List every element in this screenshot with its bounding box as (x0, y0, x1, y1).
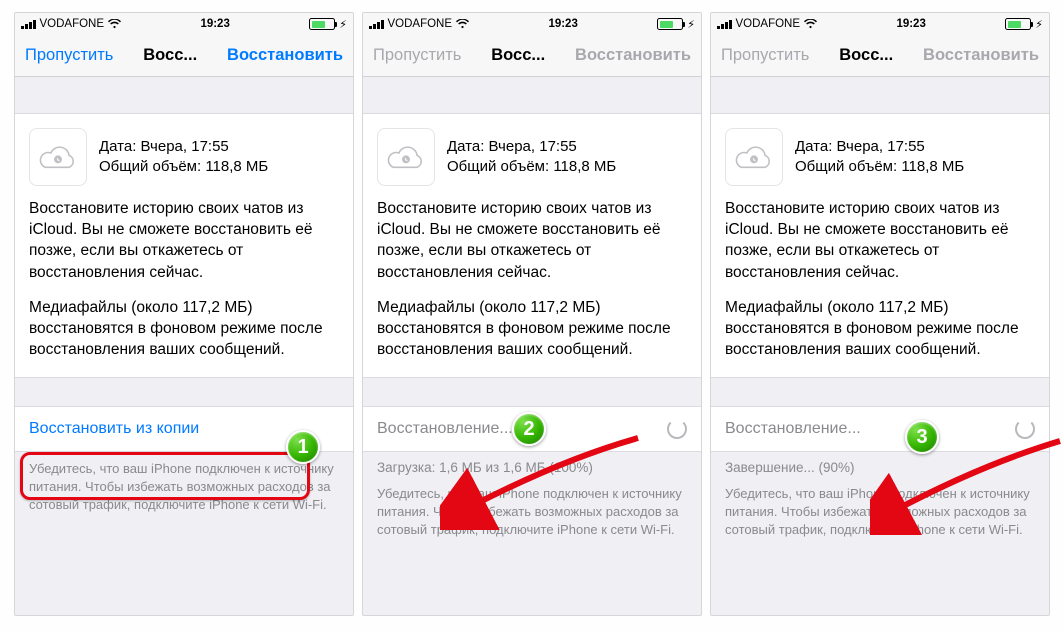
screen-2: VODAFONE 19:23 ⚡︎ Пропустить Восс... Вос… (362, 12, 702, 616)
battery-icon (657, 18, 683, 30)
charging-icon: ⚡︎ (687, 18, 695, 31)
signal-icon (369, 19, 384, 29)
backup-date: Дата: Вчера, 17:55 (447, 137, 616, 157)
status-bar: VODAFONE 19:23 ⚡︎ (363, 13, 701, 35)
status-bar: VODAFONE 19:23 ⚡︎ (15, 13, 353, 35)
restore-from-backup-label: Восстановить из копии (29, 420, 199, 438)
spinner-icon (667, 419, 687, 439)
footer-note: Убедитесь, что ваш iPhone подключен к ис… (363, 477, 701, 539)
restore-progress-label: Восстановление... (725, 420, 861, 438)
restore-progress-row: Восстановление... (711, 406, 1049, 452)
backup-size: Общий объём: 118,8 МБ (99, 157, 268, 177)
restore-button[interactable]: Восстановить (227, 46, 343, 65)
signal-icon (21, 19, 36, 29)
screen-1: VODAFONE 19:23 ⚡︎ Пропустить Восс... Вос… (14, 12, 354, 616)
backup-size: Общий объём: 118,8 МБ (795, 157, 964, 177)
restore-progress-label: Восстановление... (377, 420, 513, 438)
annotation-badge-1: 1 (286, 430, 320, 464)
battery-icon (309, 18, 335, 30)
download-progress-text: Загрузка: 1,6 МБ из 1,6 МБ (100%) (363, 452, 701, 477)
clock-label: 19:23 (896, 18, 925, 30)
cloud-backup-icon (29, 128, 87, 186)
cloud-backup-icon (377, 128, 435, 186)
wifi-icon (456, 19, 469, 29)
desc-para-1: Восстановите историю своих чатов из iClo… (29, 198, 339, 283)
backup-date: Дата: Вчера, 17:55 (795, 137, 964, 157)
nav-title: Восс... (143, 46, 197, 65)
skip-button: Пропустить (373, 46, 461, 65)
battery-icon (1005, 18, 1031, 30)
nav-title: Восс... (839, 46, 893, 65)
wifi-icon (804, 19, 817, 29)
carrier-label: VODAFONE (40, 18, 105, 30)
carrier-label: VODAFONE (388, 18, 453, 30)
skip-button: Пропустить (721, 46, 809, 65)
backup-size: Общий объём: 118,8 МБ (447, 157, 616, 177)
skip-button[interactable]: Пропустить (25, 46, 113, 65)
cloud-backup-icon (725, 128, 783, 186)
screen-3: VODAFONE 19:23 ⚡︎ Пропустить Восс... Вос… (710, 12, 1050, 616)
clock-label: 19:23 (200, 18, 229, 30)
restore-button: Восстановить (575, 46, 691, 65)
nav-title: Восс... (491, 46, 545, 65)
nav-bar: Пропустить Восс... Восстановить (15, 35, 353, 77)
annotation-badge-2: 2 (512, 412, 546, 446)
desc-para-2: Медиафайлы (около 117,2 МБ) восстановятс… (377, 297, 687, 361)
desc-para-1: Восстановите историю своих чатов из iClo… (725, 198, 1035, 283)
backup-info-card: Дата: Вчера, 17:55 Общий объём: 118,8 МБ… (15, 113, 353, 378)
clock-label: 19:23 (548, 18, 577, 30)
nav-bar: Пропустить Восс... Восстановить (363, 35, 701, 77)
annotation-badge-3: 3 (905, 420, 939, 454)
desc-para-1: Восстановите историю своих чатов из iClo… (377, 198, 687, 283)
desc-para-2: Медиафайлы (около 117,2 МБ) восстановятс… (29, 297, 339, 361)
restore-button: Восстановить (923, 46, 1039, 65)
spinner-icon (1015, 419, 1035, 439)
backup-date: Дата: Вчера, 17:55 (99, 137, 268, 157)
nav-bar: Пропустить Восс... Восстановить (711, 35, 1049, 77)
desc-para-2: Медиафайлы (около 117,2 МБ) восстановятс… (725, 297, 1035, 361)
backup-info-card: Дата: Вчера, 17:55 Общий объём: 118,8 МБ… (711, 113, 1049, 378)
backup-info-card: Дата: Вчера, 17:55 Общий объём: 118,8 МБ… (363, 113, 701, 378)
footer-note: Убедитесь, что ваш iPhone подключен к ис… (711, 477, 1049, 539)
status-bar: VODAFONE 19:23 ⚡︎ (711, 13, 1049, 35)
wifi-icon (108, 19, 121, 29)
charging-icon: ⚡︎ (1035, 18, 1043, 31)
signal-icon (717, 19, 732, 29)
carrier-label: VODAFONE (736, 18, 801, 30)
finishing-progress-text: Завершение... (90%) (711, 452, 1049, 477)
charging-icon: ⚡︎ (339, 18, 347, 31)
